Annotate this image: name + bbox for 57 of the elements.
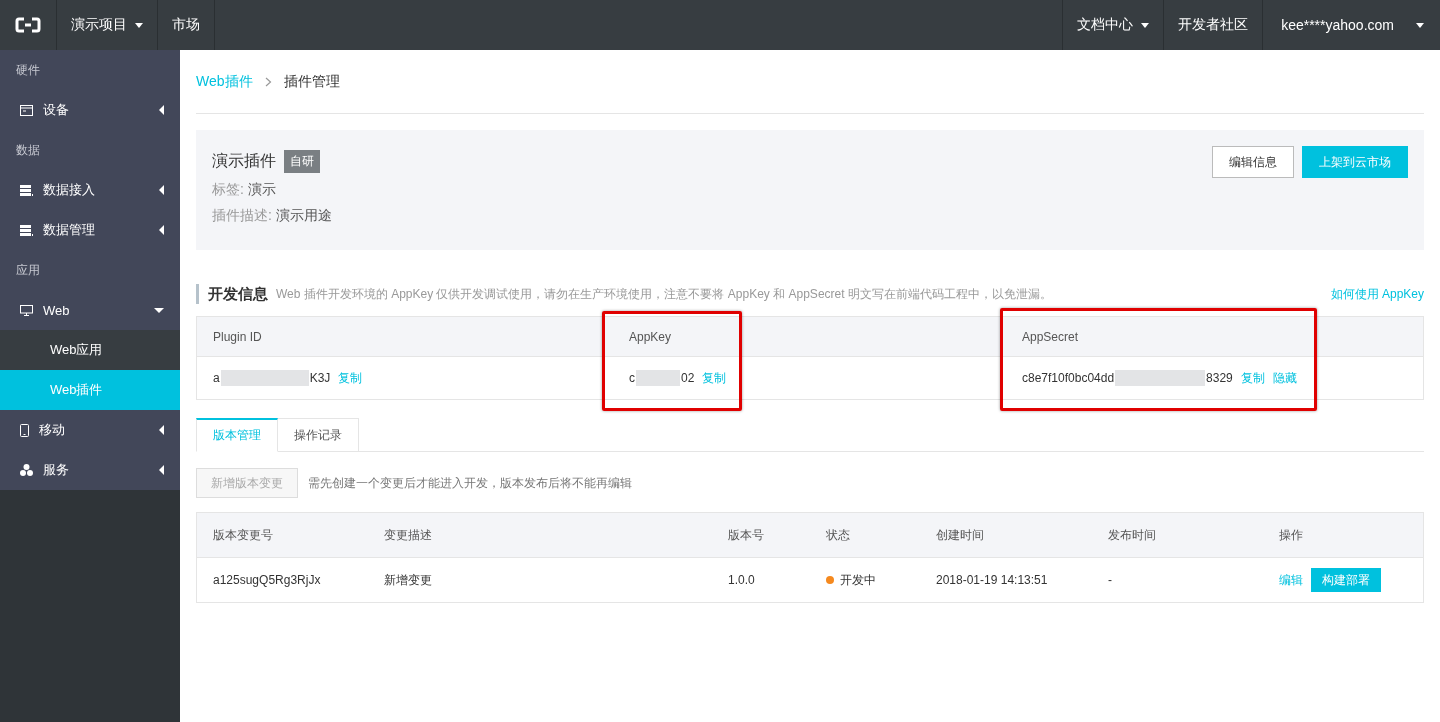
caret-icon (154, 307, 164, 313)
sidebar-group-label: 硬件 (15, 62, 41, 79)
column-header: 创建时间 (935, 526, 985, 544)
table-cell-text: 新增变更 (383, 571, 433, 589)
masked-value: c8e7f10f0bc04dd 8329 (1022, 370, 1233, 386)
table-cell-text: a125sugQ5Rg3RjJx (212, 572, 322, 589)
list-icon (20, 184, 33, 196)
caret-icon (159, 425, 164, 435)
column-header: 操作 (1278, 526, 1304, 544)
breadcrumb-current: 插件管理 (283, 72, 340, 91)
tag-value: 演示 (247, 181, 276, 197)
window-icon (20, 104, 33, 116)
description-label: 插件描述: (212, 207, 272, 223)
table-cell-text: 1.0.0 (727, 572, 756, 589)
sidebar-item[interactable]: 服务 (0, 450, 180, 490)
section-note: Web 插件开发环境的 AppKey 仅供开发调试使用，请勿在生产环境使用，注意不要将 AppKey 和 AppSecret 明文写在前端代码工程中，以免泄漏。 (276, 285, 1052, 303)
caret-icon (159, 465, 164, 475)
masked-value: a K3J (213, 370, 331, 386)
sidebar-group-label: 应用 (15, 262, 41, 279)
list-icon (20, 224, 33, 236)
sidebar-item[interactable]: 设备 (0, 90, 180, 130)
chevron-icon (264, 76, 272, 87)
phone-icon (20, 423, 29, 437)
plugin-badge: 自研 (284, 150, 320, 173)
sidebar-item[interactable]: 移动 (0, 410, 180, 450)
sidebar-subitem[interactable]: Web应用 (0, 330, 180, 370)
masked-value: c 02 (629, 370, 695, 386)
cluster-icon (20, 464, 33, 476)
caret-icon (1141, 22, 1150, 28)
tab[interactable]: 操作记录 (278, 418, 359, 452)
table-cell-text: 2018-01-19 14:13:51 (935, 572, 1049, 589)
column-header: 变更描述 (383, 526, 433, 544)
monitor-icon (20, 304, 33, 316)
column-header: 发布时间 (1107, 526, 1157, 544)
sidebar-item[interactable]: 数据管理 (0, 210, 180, 250)
column-header: 版本号 (727, 526, 765, 544)
caret-icon (135, 22, 143, 28)
section-title: 开发信息 (208, 284, 268, 304)
plugin-name: 演示插件 (212, 151, 276, 171)
sidebar-group-label: 数据 (15, 142, 41, 159)
caret-icon (1416, 22, 1424, 28)
status-text: 开发中 (840, 571, 876, 589)
description-value: 演示用途 (275, 207, 332, 223)
caret-icon (159, 185, 164, 195)
hint-text: 需先创建一个变更后才能进入开发，版本发布后将不能再编辑 (308, 474, 632, 492)
tag-label: 标签: (212, 181, 244, 197)
caret-icon (159, 225, 164, 235)
column-header: Plugin ID (212, 328, 263, 346)
sidebar-item[interactable]: Web (0, 290, 180, 330)
table-cell-text: - (1107, 572, 1113, 589)
edit-button[interactable]: 编辑信息 (1212, 146, 1294, 178)
column-header: AppKey (628, 328, 673, 346)
sidebar-item[interactable]: 数据接入 (0, 170, 180, 210)
column-header: 版本变更号 (212, 526, 274, 544)
column-header: 状态 (825, 526, 851, 544)
caret-icon (159, 105, 164, 115)
column-header: AppSecret (1021, 328, 1080, 346)
